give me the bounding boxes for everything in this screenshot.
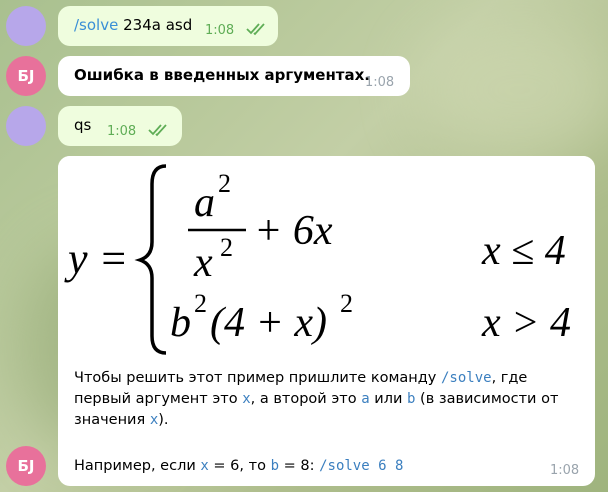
avatar-initials: БЈ bbox=[17, 457, 35, 475]
message-text: 234a asd bbox=[123, 16, 193, 34]
formula-image[interactable]: y = a 2 x 2 + 6x x ≤ 4 b 2 (4 + x) 2 x >… bbox=[58, 156, 595, 356]
case1-den-exp: 2 bbox=[220, 233, 233, 262]
desc-text: , а второй это bbox=[250, 391, 362, 407]
formula-svg: y = a 2 x 2 + 6x x ≤ 4 b 2 (4 + x) 2 x >… bbox=[64, 164, 571, 355]
message-time: 1:08 bbox=[550, 463, 580, 478]
case1-den-base: x bbox=[193, 240, 213, 286]
example-text: = 8: bbox=[279, 458, 320, 474]
inline-code[interactable]: x bbox=[150, 412, 158, 428]
case2-paren-exp: 2 bbox=[340, 289, 353, 318]
message-bubble[interactable]: qs 1:08 bbox=[58, 106, 182, 146]
message-caption: Чтобы решить этот пример пришлите команд… bbox=[74, 368, 584, 431]
message-text: qs bbox=[74, 116, 92, 134]
example-line: Например, если x = 6, то b = 8: /solve 6… bbox=[74, 456, 514, 477]
read-checkmarks-icon bbox=[148, 123, 170, 141]
case1-num-exp: 2 bbox=[218, 169, 231, 198]
desc-text: или bbox=[369, 391, 407, 407]
inline-code[interactable]: b bbox=[271, 458, 279, 474]
message-bubble[interactable]: y = a 2 x 2 + 6x x ≤ 4 b 2 (4 + x) 2 x >… bbox=[58, 156, 595, 486]
avatar[interactable] bbox=[6, 106, 46, 146]
example-text: = 6, то bbox=[208, 458, 271, 474]
case1-tail: + 6x bbox=[254, 208, 333, 254]
message-bubble[interactable]: /solve 234a asd 1:08 bbox=[58, 6, 278, 46]
avatar[interactable]: БЈ bbox=[6, 446, 46, 486]
message-time: 1:08 bbox=[107, 124, 137, 139]
case2-condition: x > 4 bbox=[481, 300, 571, 346]
case2-paren: (4 + x) bbox=[210, 300, 327, 346]
message-bubble[interactable]: Ошибка в введенных аргументах. 1:08 bbox=[58, 56, 410, 96]
avatar[interactable]: БЈ bbox=[6, 56, 46, 96]
message-time: 1:08 bbox=[365, 75, 395, 90]
inline-code[interactable]: /solve bbox=[441, 370, 492, 386]
avatar[interactable] bbox=[6, 6, 46, 46]
inline-code[interactable]: a bbox=[361, 391, 369, 407]
read-checkmarks-icon bbox=[246, 22, 268, 40]
example-text: Например, если bbox=[74, 458, 201, 474]
command-link[interactable]: /solve bbox=[74, 16, 118, 34]
case1-num-base: a bbox=[194, 180, 215, 226]
case2-b-exp: 2 bbox=[194, 289, 207, 318]
case1-condition: x ≤ 4 bbox=[481, 228, 566, 274]
inline-code[interactable]: /solve 6 8 bbox=[319, 458, 403, 474]
message-text: Ошибка в введенных аргументах. bbox=[74, 66, 371, 84]
desc-text: ). bbox=[158, 412, 169, 428]
inline-code[interactable]: x bbox=[200, 458, 208, 474]
formula-lhs: y = bbox=[64, 234, 128, 283]
brace bbox=[134, 164, 167, 355]
desc-text: Чтобы решить этот пример пришлите команд… bbox=[74, 370, 441, 386]
avatar-initials: БЈ bbox=[17, 67, 35, 85]
inline-code[interactable]: x bbox=[242, 391, 250, 407]
background-blob bbox=[420, 20, 608, 160]
message-time: 1:08 bbox=[205, 23, 235, 38]
case2-b: b bbox=[170, 300, 191, 346]
